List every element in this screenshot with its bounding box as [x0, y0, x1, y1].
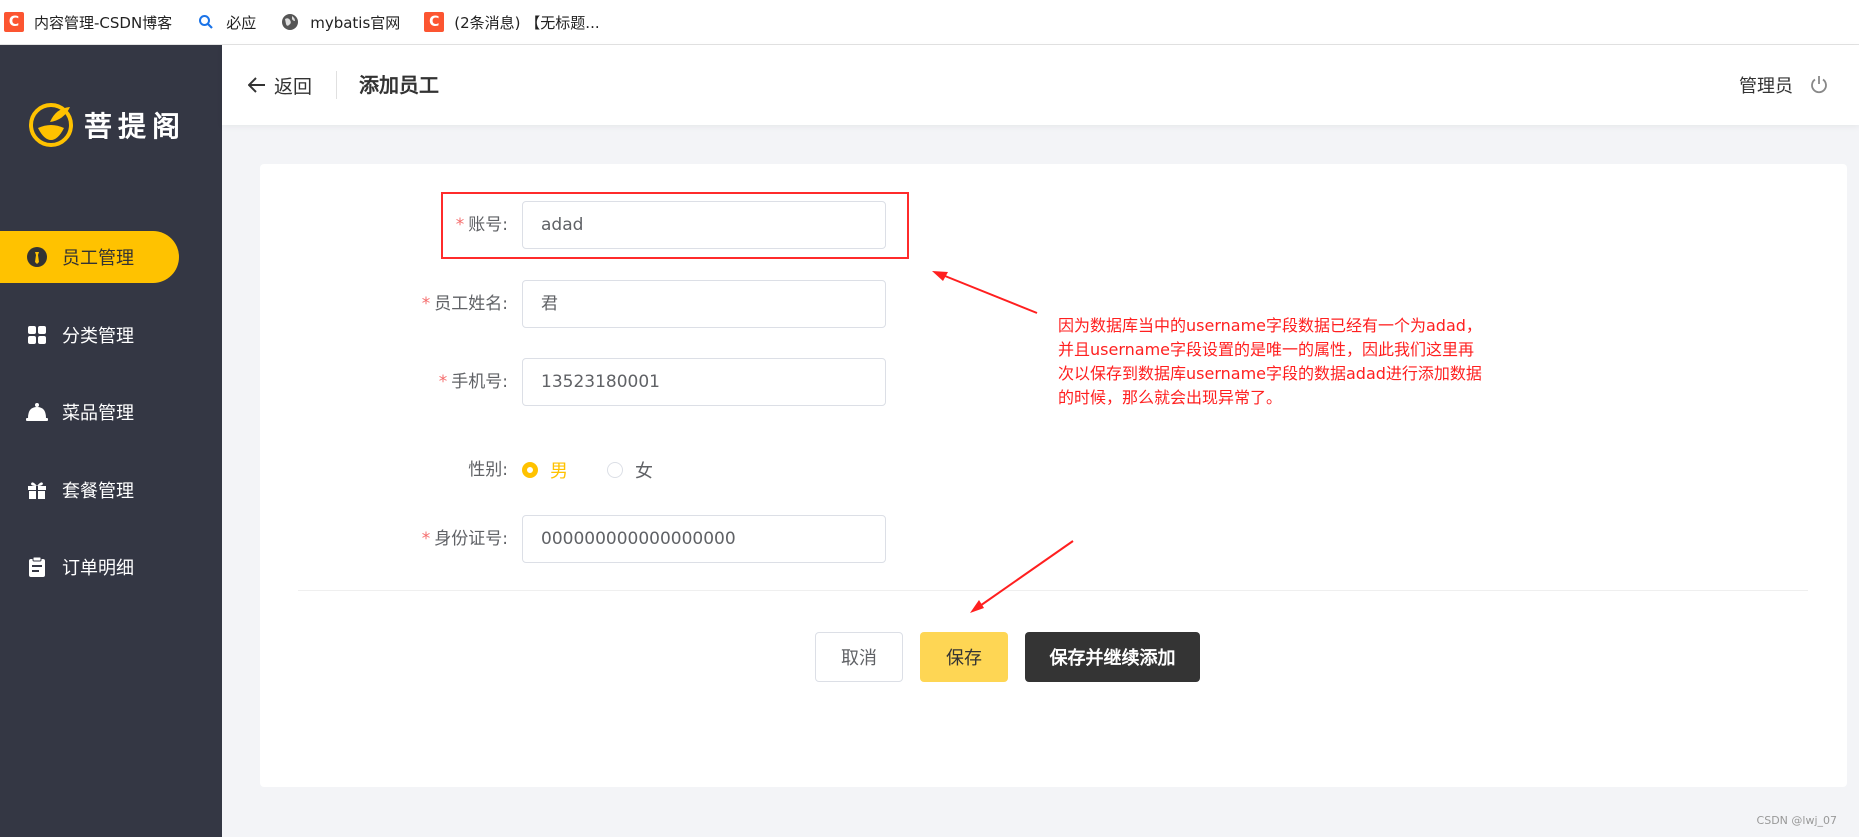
annotation-arrow-to-account: [932, 271, 1038, 314]
watermark: CSDN @lwj_07: [1756, 814, 1837, 827]
annotation-arrow-to-save: [970, 540, 1074, 613]
annotation-note: 因为数据库当中的username字段数据已经有一个为adad， 并且userna…: [1058, 316, 1482, 407]
annotation-arrows: [932, 271, 1074, 613]
